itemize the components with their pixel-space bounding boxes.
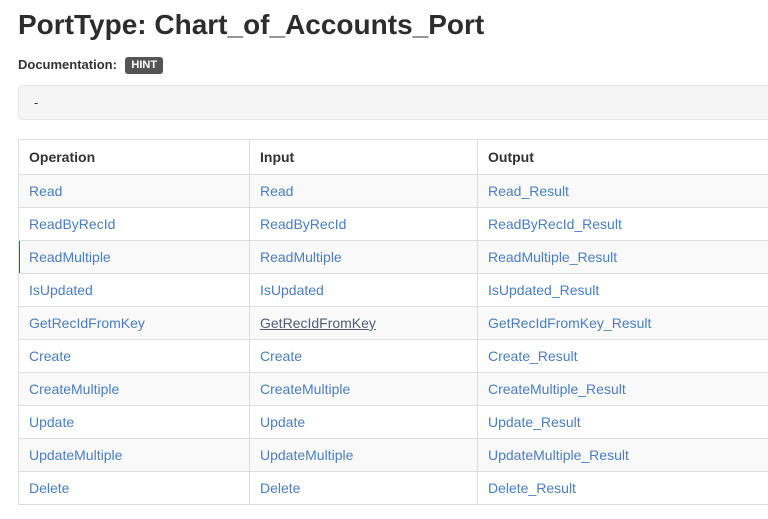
page: PortType: Chart_of_Accounts_Port Documen… bbox=[0, 0, 768, 505]
table-row: Create Create Create_Result bbox=[19, 340, 768, 373]
page-title: PortType: Chart_of_Accounts_Port bbox=[18, 9, 768, 41]
input-cell: Delete bbox=[250, 472, 478, 505]
operation-link[interactable]: ReadMultiple bbox=[29, 249, 111, 265]
documentation-label: Documentation: bbox=[18, 57, 117, 72]
operation-cell: CreateMultiple bbox=[19, 373, 250, 406]
output-link[interactable]: Create_Result bbox=[488, 348, 578, 364]
operation-link[interactable]: UpdateMultiple bbox=[29, 447, 122, 463]
output-cell: Create_Result bbox=[478, 340, 768, 373]
output-link[interactable]: Delete_Result bbox=[488, 480, 576, 496]
operation-link[interactable]: Create bbox=[29, 348, 71, 364]
input-link[interactable]: IsUpdated bbox=[260, 282, 324, 298]
input-link[interactable]: Update bbox=[260, 414, 305, 430]
operation-link[interactable]: CreateMultiple bbox=[29, 381, 119, 397]
input-cell: ReadMultiple bbox=[250, 241, 478, 274]
documentation-line: Documentation: HINT bbox=[18, 56, 768, 74]
input-cell: GetRecIdFromKey bbox=[250, 307, 478, 340]
input-cell: ReadByRecId bbox=[250, 208, 478, 241]
input-link[interactable]: Create bbox=[260, 348, 302, 364]
table-row: UpdateMultiple UpdateMultiple UpdateMultip… bbox=[19, 439, 768, 472]
column-header-input: Input bbox=[250, 140, 478, 175]
operation-cell: Delete bbox=[19, 472, 250, 505]
output-cell: ReadByRecId_Result bbox=[478, 208, 768, 241]
table-header-row: Operation Input Output bbox=[19, 140, 768, 175]
input-link[interactable]: Read bbox=[260, 183, 293, 199]
output-link[interactable]: UpdateMultiple_Result bbox=[488, 447, 629, 463]
table-row: GetRecIdFromKey GetRecIdFromKey GetRecIdFr… bbox=[19, 307, 768, 340]
output-link[interactable]: Update_Result bbox=[488, 414, 581, 430]
table-row: Read Read Read_Result bbox=[19, 175, 768, 208]
table-row: ReadMultiple ReadMultiple ReadMultiple_Res… bbox=[19, 241, 768, 274]
operation-cell: IsUpdated bbox=[19, 274, 250, 307]
output-cell: IsUpdated_Result bbox=[478, 274, 768, 307]
output-cell: GetRecIdFromKey_Result bbox=[478, 307, 768, 340]
output-link[interactable]: Read_Result bbox=[488, 183, 569, 199]
input-cell: IsUpdated bbox=[250, 274, 478, 307]
input-link[interactable]: GetRecIdFromKey bbox=[260, 315, 376, 331]
operation-cell: ReadByRecId bbox=[19, 208, 250, 241]
operation-cell: ReadMultiple bbox=[19, 241, 250, 274]
input-link[interactable]: ReadByRecId bbox=[260, 216, 346, 232]
operation-cell: Read bbox=[19, 175, 250, 208]
operation-link[interactable]: ReadByRecId bbox=[29, 216, 115, 232]
table-row: CreateMultiple CreateMultiple CreateMultip… bbox=[19, 373, 768, 406]
input-link[interactable]: Delete bbox=[260, 480, 300, 496]
operation-link[interactable]: Update bbox=[29, 414, 74, 430]
operation-link[interactable]: IsUpdated bbox=[29, 282, 93, 298]
output-link[interactable]: IsUpdated_Result bbox=[488, 282, 599, 298]
operation-cell: UpdateMultiple bbox=[19, 439, 250, 472]
output-cell: Read_Result bbox=[478, 175, 768, 208]
table-row: ReadByRecId ReadByRecId ReadByRecId_Result bbox=[19, 208, 768, 241]
input-link[interactable]: ReadMultiple bbox=[260, 249, 342, 265]
input-cell: Read bbox=[250, 175, 478, 208]
operation-link[interactable]: Delete bbox=[29, 480, 69, 496]
operation-cell: GetRecIdFromKey bbox=[19, 307, 250, 340]
output-cell: ReadMultiple_Result bbox=[478, 241, 768, 274]
output-cell: UpdateMultiple_Result bbox=[478, 439, 768, 472]
column-header-output: Output bbox=[478, 140, 768, 175]
input-cell: UpdateMultiple bbox=[250, 439, 478, 472]
output-cell: Delete_Result bbox=[478, 472, 768, 505]
operation-cell: Update bbox=[19, 406, 250, 439]
input-cell: CreateMultiple bbox=[250, 373, 478, 406]
input-link[interactable]: UpdateMultiple bbox=[260, 447, 353, 463]
operation-cell: Create bbox=[19, 340, 250, 373]
table-row: Delete Delete Delete_Result bbox=[19, 472, 768, 505]
column-header-operation: Operation bbox=[19, 140, 250, 175]
operations-table: Operation Input Output Read Read Read_Resu… bbox=[18, 139, 768, 505]
hint-badge: HINT bbox=[125, 57, 163, 74]
table-row: Update Update Update_Result bbox=[19, 406, 768, 439]
documentation-text: - bbox=[34, 95, 38, 110]
input-cell: Create bbox=[250, 340, 478, 373]
input-link[interactable]: CreateMultiple bbox=[260, 381, 350, 397]
operation-link[interactable]: Read bbox=[29, 183, 62, 199]
documentation-panel: - bbox=[18, 85, 768, 120]
operation-link[interactable]: GetRecIdFromKey bbox=[29, 315, 145, 331]
input-cell: Update bbox=[250, 406, 478, 439]
output-link[interactable]: ReadMultiple_Result bbox=[488, 249, 617, 265]
output-link[interactable]: GetRecIdFromKey_Result bbox=[488, 315, 651, 331]
output-cell: Update_Result bbox=[478, 406, 768, 439]
output-link[interactable]: ReadByRecId_Result bbox=[488, 216, 622, 232]
output-link[interactable]: CreateMultiple_Result bbox=[488, 381, 626, 397]
output-cell: CreateMultiple_Result bbox=[478, 373, 768, 406]
table-row: IsUpdated IsUpdated IsUpdated_Result bbox=[19, 274, 768, 307]
